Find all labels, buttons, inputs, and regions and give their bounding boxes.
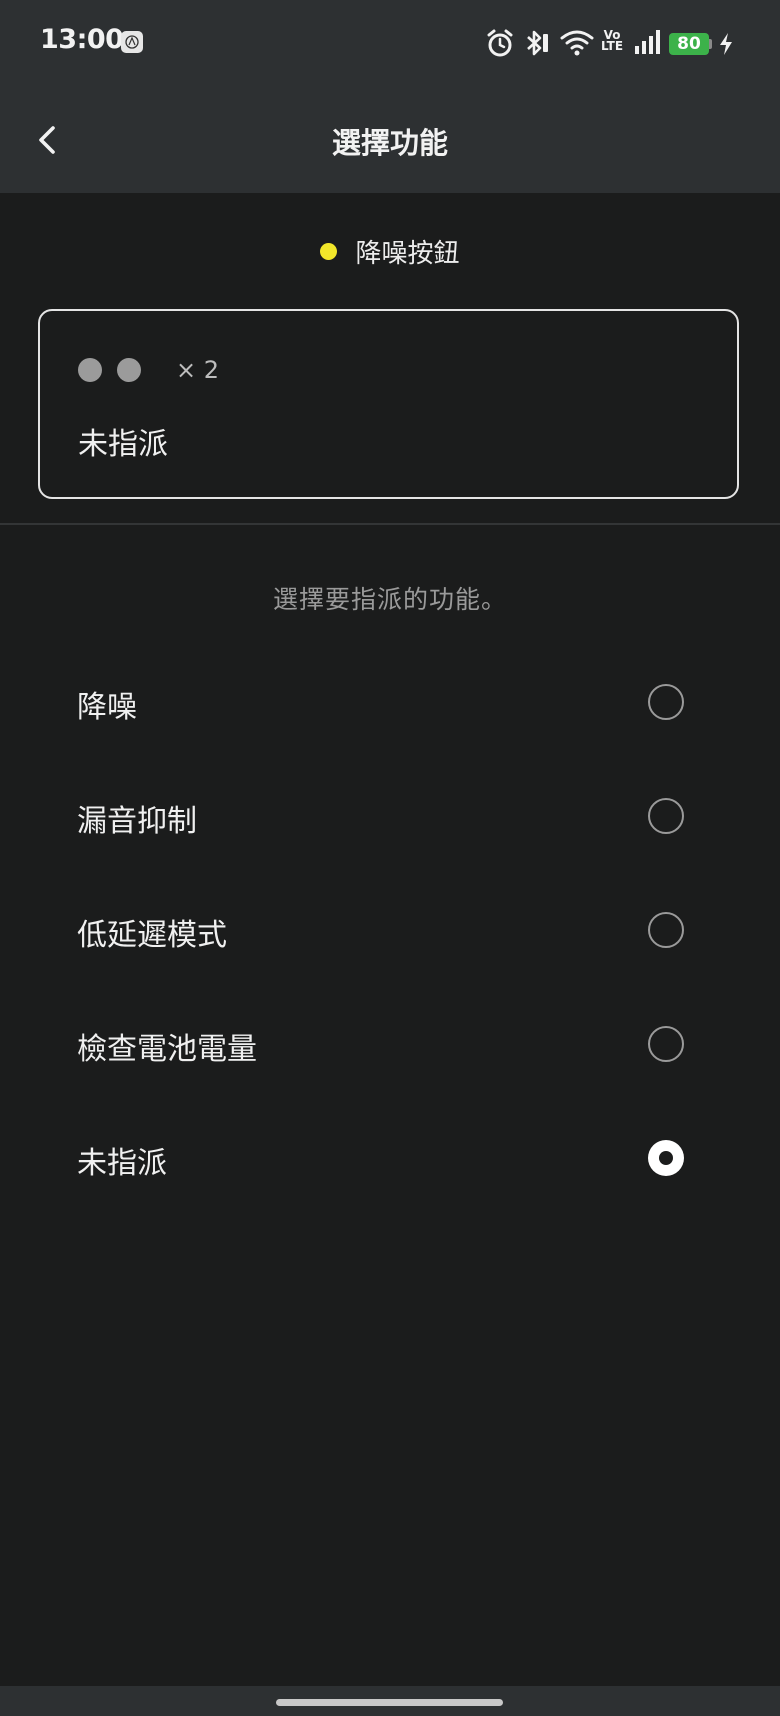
function-option-list: 降噪 漏音抑制 低延遲模式 檢查電池電量 未指派 <box>0 645 780 1215</box>
instruction-text: 選擇要指派的功能。 <box>272 585 507 614</box>
option-label: 低延遲模式 <box>77 918 227 953</box>
current-assignment-card: × 2 未指派 <box>38 309 739 499</box>
press-dot <box>117 358 141 382</box>
assigned-function-label: 未指派 <box>78 427 168 462</box>
alarm-icon <box>486 28 514 62</box>
signal-icon <box>634 28 660 60</box>
option-check-battery[interactable]: 檢查電池電量 <box>0 987 780 1101</box>
status-time: 13:00 <box>40 24 124 55</box>
press-pattern: × 2 <box>78 356 219 384</box>
divider <box>0 523 780 525</box>
battery-icon: 80 <box>669 33 709 55</box>
option-label: 檢查電池電量 <box>77 1032 257 1067</box>
option-label: 漏音抑制 <box>77 804 197 839</box>
radio-button[interactable] <box>648 684 684 720</box>
status-icons: Vo LTE 80 <box>486 28 736 60</box>
radio-button[interactable] <box>648 798 684 834</box>
press-count: × 2 <box>176 356 220 384</box>
option-label: 未指派 <box>77 1146 167 1181</box>
button-indicator-dot <box>320 243 338 260</box>
option-noise-cancelling[interactable]: 降噪 <box>0 645 780 759</box>
radio-button[interactable] <box>648 912 684 948</box>
app-notification-icon <box>121 31 143 53</box>
app-bar: 選擇功能 <box>0 88 780 193</box>
button-header: 降噪按鈕 <box>0 233 780 269</box>
home-indicator[interactable] <box>276 1699 503 1706</box>
charging-icon <box>718 32 734 60</box>
option-label: 降噪 <box>77 690 137 725</box>
radio-button[interactable] <box>648 1140 684 1176</box>
page-title: 選擇功能 <box>331 126 448 160</box>
status-bar: 13:00 Vo LTE 80 <box>0 0 780 88</box>
press-dot <box>78 358 102 382</box>
volte-icon: Vo LTE <box>601 28 624 53</box>
battery-tip <box>709 39 712 49</box>
bluetooth-icon <box>524 28 550 62</box>
navigation-bar <box>0 1686 780 1716</box>
wifi-icon <box>560 28 594 62</box>
radio-button[interactable] <box>648 1026 684 1062</box>
option-unassigned[interactable]: 未指派 <box>0 1101 780 1215</box>
button-name: 降噪按鈕 <box>355 239 460 269</box>
option-sound-leak-suppression[interactable]: 漏音抑制 <box>0 759 780 873</box>
option-low-latency-mode[interactable]: 低延遲模式 <box>0 873 780 987</box>
